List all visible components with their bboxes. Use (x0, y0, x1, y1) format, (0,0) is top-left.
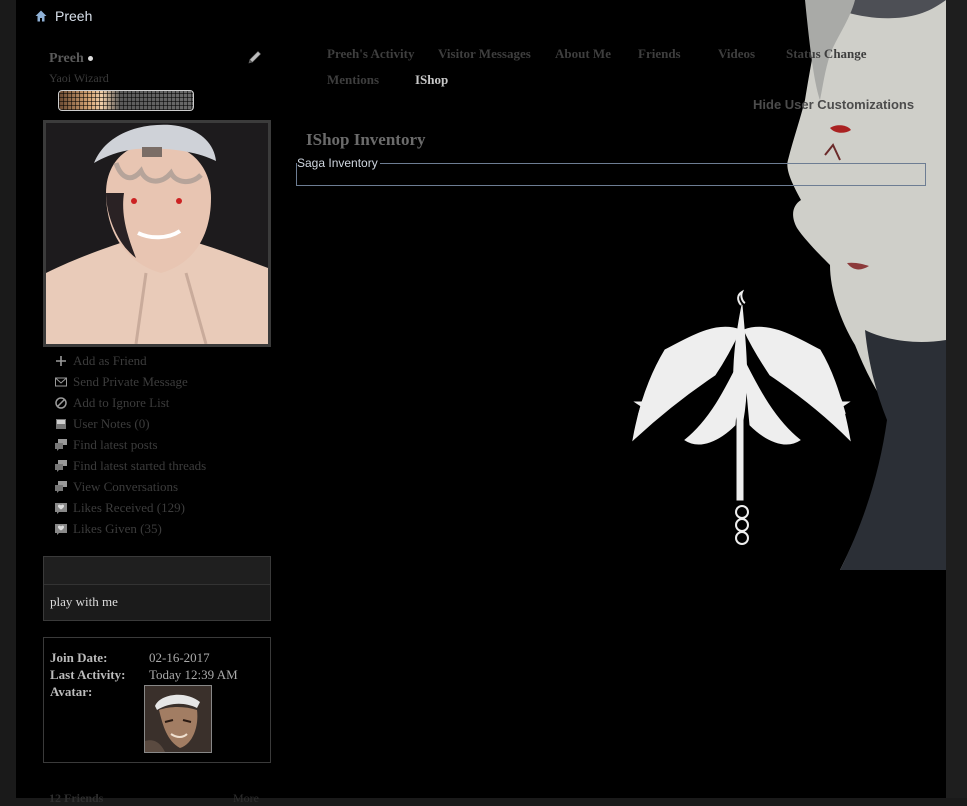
user-notes-link[interactable]: User Notes (0) (54, 413, 206, 434)
breadcrumb[interactable]: Preeh (34, 8, 92, 24)
speech-bubbles-icon (55, 438, 67, 451)
tab-activity[interactable]: Preeh's Activity (327, 46, 415, 62)
add-friend-link[interactable]: Add as Friend (54, 350, 206, 371)
last-activity-row: Last Activity: Today 12:39 AM (50, 667, 238, 683)
tab-mentions[interactable]: Mentions (327, 72, 379, 88)
online-status-icon (88, 56, 93, 61)
send-private-message-link[interactable]: Send Private Message (54, 371, 206, 392)
likes-icon (55, 523, 67, 535)
profile-info-box: Join Date: 02-16-2017 Last Activity: Tod… (43, 637, 271, 763)
profile-username: Preeh (49, 51, 84, 66)
avatar-label: Avatar: (50, 684, 93, 699)
likes-received-link[interactable]: Likes Received (129) (54, 497, 206, 518)
join-date-row: Join Date: 02-16-2017 (50, 650, 210, 666)
likes-given-link[interactable]: Likes Given (35) (54, 518, 206, 539)
breadcrumb-label[interactable]: Preeh (55, 8, 92, 24)
status-text: play with me (50, 594, 118, 609)
section-title: IShop Inventory (306, 130, 426, 149)
envelope-icon (55, 377, 67, 386)
join-date-value: 02-16-2017 (149, 650, 210, 665)
friends-more-link[interactable]: More (233, 791, 259, 806)
status-box: play with me (43, 556, 271, 621)
profile-actions: Add as Friend Send Private Message Add t… (54, 350, 206, 539)
join-date-label: Join Date: (50, 650, 108, 665)
tab-ishop[interactable]: IShop (415, 72, 448, 88)
inventory-fieldset (296, 163, 926, 186)
speech-bubbles-icon (55, 480, 67, 493)
tab-about-me[interactable]: About Me (555, 46, 611, 62)
tab-status-change[interactable]: Status Change (786, 46, 867, 62)
plus-icon (56, 355, 66, 366)
likes-icon (55, 502, 67, 514)
home-icon[interactable] (34, 9, 48, 23)
find-latest-posts-link[interactable]: Find latest posts (54, 434, 206, 455)
tab-videos[interactable]: Videos (718, 46, 755, 62)
avatar-row: Avatar: (50, 684, 92, 700)
profile-avatar (43, 120, 271, 347)
pencil-icon[interactable] (247, 49, 263, 65)
view-conversations-link[interactable]: View Conversations (54, 476, 206, 497)
inventory-legend: Saga Inventory (297, 156, 380, 170)
last-activity-label: Last Activity: (50, 667, 126, 682)
find-latest-threads-link[interactable]: Find latest started threads (54, 455, 206, 476)
profile-banner-image (625, 0, 946, 570)
speech-bubbles-icon (55, 459, 67, 472)
friends-peek-label: 12 Friends (49, 791, 104, 805)
notes-icon (56, 418, 66, 429)
profile-user-title: Yaoi Wizard (49, 71, 109, 85)
last-activity-value: Today 12:39 AM (149, 667, 238, 682)
mini-avatar-image (144, 685, 212, 753)
right-gutter (946, 0, 967, 798)
block-icon (55, 396, 67, 409)
status-header (44, 557, 270, 585)
hide-customizations-link[interactable]: Hide User Customizations (753, 97, 914, 112)
tab-friends[interactable]: Friends (638, 46, 681, 62)
reputation-bar (58, 90, 194, 111)
tab-visitor-messages[interactable]: Visitor Messages (438, 46, 531, 62)
add-ignore-link[interactable]: Add to Ignore List (54, 392, 206, 413)
